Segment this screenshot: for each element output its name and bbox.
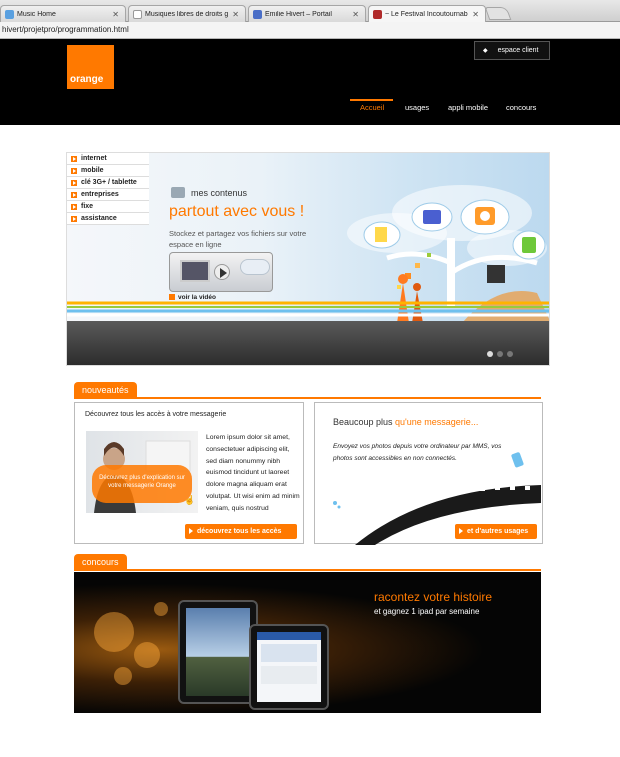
close-tab-icon[interactable]: ✕: [232, 10, 239, 19]
browser-tab-bar: Music Home ✕ Musiques libres de droits g…: [0, 0, 620, 22]
browser-tab-2[interactable]: Musiques libres de droits gr ✕: [128, 5, 246, 22]
tab-title: Musiques libres de droits gr: [145, 10, 229, 18]
carousel-dots: [487, 350, 517, 359]
voir-video-link[interactable]: voir la vidéo: [169, 294, 216, 301]
hero-description: Stockez et partagez vos fichiers sur vot…: [169, 229, 307, 249]
arrow-icon: [71, 155, 77, 162]
arrow-icon: [169, 294, 175, 300]
concours-label: concours: [82, 557, 119, 567]
arrow-icon: [71, 167, 77, 174]
nav-accueil[interactable]: Accueil: [360, 103, 384, 112]
nav-concours[interactable]: concours: [506, 103, 536, 112]
hero-carousel: internet mobile clé 3G+ / tablette entre…: [66, 152, 550, 366]
cursor-icon: ☝: [184, 495, 196, 505]
arrow-icon: [71, 191, 77, 198]
close-tab-icon[interactable]: ✕: [472, 10, 479, 19]
nav-usages[interactable]: usages: [405, 103, 429, 112]
new-tab-button[interactable]: [484, 7, 512, 20]
page-favicon-icon: [133, 9, 142, 19]
menu-label: fixe: [81, 203, 94, 210]
decouvrez-acces-button[interactable]: découvrez tous les accès: [185, 524, 297, 539]
logo-text: orange: [70, 74, 104, 85]
carousel-dot-3[interactable]: [507, 351, 513, 357]
browser-tab-3[interactable]: Emilie Hivert – Portail ✕: [248, 5, 366, 22]
screen-block: [261, 644, 317, 662]
menu-item-internet[interactable]: internet: [67, 153, 149, 165]
bokeh-light: [94, 612, 134, 652]
hero-category-menu: internet mobile clé 3G+ / tablette entre…: [67, 153, 149, 225]
menu-label: entreprises: [81, 191, 119, 198]
menu-label: assistance: [81, 215, 117, 222]
menu-item-entreprises[interactable]: entreprises: [67, 189, 149, 201]
menu-item-fixe[interactable]: fixe: [67, 201, 149, 213]
hero-headline: partout avec vous !: [169, 203, 305, 220]
carousel-dot-1[interactable]: [487, 351, 493, 357]
orange-logo[interactable]: orange: [67, 45, 114, 89]
close-tab-icon[interactable]: ✕: [352, 10, 359, 19]
bokeh-light: [134, 642, 160, 668]
nouveautes-label: nouveautés: [82, 385, 129, 395]
folder-icon: [171, 187, 185, 198]
menu-item-assistance[interactable]: assistance: [67, 213, 149, 225]
nouveautes-tab: nouveautés: [74, 382, 137, 398]
festival-favicon-icon: [373, 9, 382, 19]
concours-divider: [74, 569, 541, 571]
espace-client-label: espace client: [497, 47, 539, 54]
espace-client-button[interactable]: ◆ espace client: [474, 41, 550, 60]
diamond-icon: ◆: [483, 48, 488, 54]
portal-favicon-icon: [253, 9, 262, 19]
monitor-icon: [180, 260, 210, 282]
concours-title: racontez votre histoire: [374, 590, 493, 604]
play-icon[interactable]: [214, 264, 230, 280]
concours-banner[interactable]: racontez votre histoire et gagnez 1 ipad…: [74, 572, 541, 713]
ipad-screen: [257, 632, 321, 702]
screen-header: [257, 632, 321, 640]
close-tab-icon[interactable]: ✕: [112, 10, 119, 19]
nouveautes-divider: [74, 397, 541, 399]
music-favicon-icon: [5, 9, 14, 19]
menu-label: mobile: [81, 167, 104, 174]
menu-item-mobile[interactable]: mobile: [67, 165, 149, 177]
voir-video-label: voir la vidéo: [178, 294, 216, 301]
url-text[interactable]: hivert/projetpro/programmation.html: [2, 25, 129, 34]
ipad-device: [249, 624, 329, 710]
tab-title: Emilie Hivert – Portail: [265, 10, 332, 18]
messagerie-heading: Découvrez tous les accès à votre message…: [85, 411, 227, 418]
cloud-icon: [240, 259, 270, 275]
messagerie-body: Lorem ipsum dolor sit amet, consectetuer…: [206, 434, 300, 512]
menu-label: internet: [81, 155, 107, 162]
concours-subtitle: et gagnez 1 ipad par semaine: [374, 607, 480, 616]
autres-usages-button[interactable]: et d'autres usages: [455, 524, 537, 539]
messagerie-box: Découvrez tous les accès à votre message…: [74, 402, 304, 544]
tab-title: Music Home: [17, 10, 56, 18]
nav-active-underline: [350, 99, 393, 101]
ipad-device: [178, 600, 258, 704]
button-label: découvrez tous les accès: [197, 528, 282, 535]
hero-floor: [67, 321, 549, 365]
browser-tab-1[interactable]: Music Home ✕: [0, 5, 126, 22]
address-bar[interactable]: hivert/projetpro/programmation.html: [0, 22, 620, 39]
nav-appli-mobile[interactable]: appli mobile: [448, 103, 488, 112]
messagerie-image[interactable]: Découvrez plus d'explication sur votre m…: [86, 431, 198, 513]
button-label: et d'autres usages: [467, 528, 529, 535]
bokeh-light: [154, 602, 168, 616]
screen-block: [261, 666, 317, 684]
main-nav: Accueil usages appli mobile concours: [0, 97, 620, 117]
browser-tab-4-active[interactable]: ~ Le Festival Incoutournabl ✕: [368, 5, 486, 22]
arrow-icon: [71, 203, 77, 210]
usages-box: Beaucoup plus qu'une messagerie... Envoy…: [314, 402, 543, 545]
arrow-icon: [71, 179, 77, 186]
bokeh-light: [114, 667, 132, 685]
menu-item-cle-3g[interactable]: clé 3G+ / tablette: [67, 177, 149, 189]
carousel-dot-2[interactable]: [497, 351, 503, 357]
concours-tab: concours: [74, 554, 127, 570]
menu-label: clé 3G+ / tablette: [81, 179, 137, 186]
video-thumbnail[interactable]: [169, 252, 273, 292]
image-caption: Découvrez plus d'explication sur votre m…: [92, 465, 192, 503]
tab-title: ~ Le Festival Incoutournabl: [385, 10, 469, 18]
ipad-screen: [186, 608, 250, 696]
arrow-icon: [71, 215, 77, 222]
hero-kicker: mes contenus: [191, 188, 248, 198]
